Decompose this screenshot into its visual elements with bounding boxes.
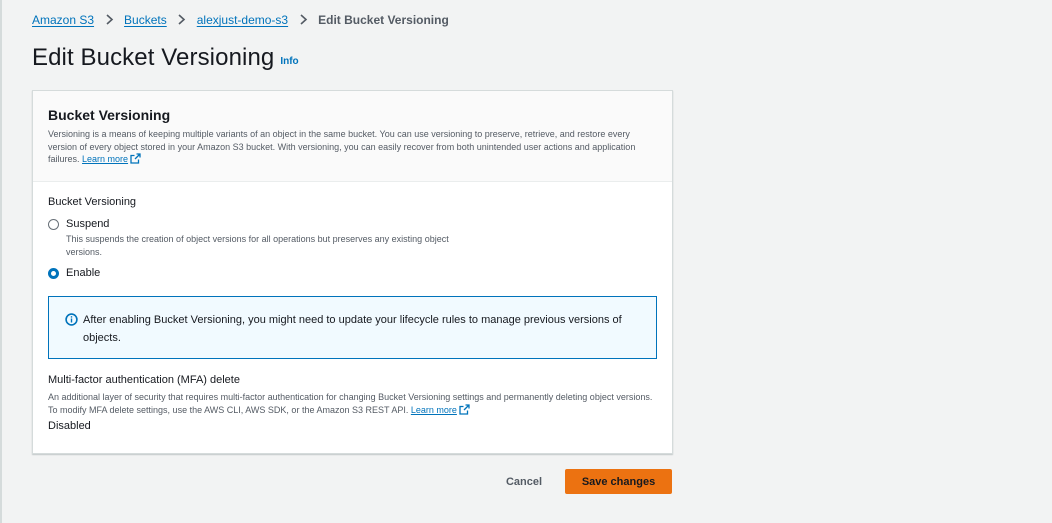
suspend-text: Suspend This suspends the creation of ob… <box>66 217 486 258</box>
cancel-button[interactable]: Cancel <box>497 470 551 494</box>
external-link-icon <box>459 403 470 415</box>
learn-more-link[interactable]: Learn more <box>82 153 141 164</box>
info-alert: After enabling Bucket Versioning, you mi… <box>48 296 657 359</box>
section-description: Versioning is a means of keeping multipl… <box>48 128 658 166</box>
chevron-right-icon <box>167 13 197 27</box>
mfa-learn-more-label: Learn more <box>410 404 457 415</box>
mfa-description-text: An additional layer of security that req… <box>48 392 653 415</box>
enable-text: Enable <box>66 266 100 281</box>
info-circle-icon <box>65 313 78 326</box>
page-left-border <box>0 0 2 523</box>
bucket-versioning-panel: Bucket Versioning Versioning is a means … <box>32 90 673 454</box>
mfa-label: Multi-factor authentication (MFA) delete <box>48 374 240 386</box>
mfa-learn-more-link[interactable]: Learn more <box>410 403 470 415</box>
enable-radio-option[interactable]: Enable <box>48 266 100 281</box>
external-link-icon <box>130 153 141 164</box>
suspend-description: This suspends the creation of object ver… <box>66 234 449 257</box>
section-title: Bucket Versioning <box>48 107 171 123</box>
enable-label: Enable <box>66 267 101 279</box>
suspend-radio[interactable] <box>48 219 59 230</box>
breadcrumb-current: Edit Bucket Versioning <box>318 13 449 27</box>
versioning-field-label: Bucket Versioning <box>48 196 137 208</box>
breadcrumb-bucket-name[interactable]: alexjust-demo-s3 <box>197 13 288 27</box>
mfa-description: An additional layer of security that req… <box>48 391 658 416</box>
breadcrumb: Amazon S3 Buckets alexjust-demo-s3 Edit … <box>32 13 449 27</box>
chevron-right-icon <box>94 13 124 27</box>
page-header: Edit Bucket Versioning Info <box>32 44 299 72</box>
learn-more-label: Learn more <box>82 154 129 164</box>
suspend-radio-option[interactable]: Suspend This suspends the creation of ob… <box>48 217 486 258</box>
enable-radio[interactable] <box>48 268 59 279</box>
alert-text: After enabling Bucket Versioning, you mi… <box>83 314 622 344</box>
breadcrumb-amazon-s3[interactable]: Amazon S3 <box>32 13 94 27</box>
info-link[interactable]: Info <box>280 56 298 67</box>
suspend-label: Suspend <box>66 218 110 230</box>
chevron-right-icon <box>288 13 318 27</box>
page-title: Edit Bucket Versioning <box>32 44 275 71</box>
save-changes-button[interactable]: Save changes <box>565 469 672 494</box>
mfa-status-value: Disabled <box>48 420 91 432</box>
panel-header: Bucket Versioning Versioning is a means … <box>33 91 672 182</box>
breadcrumb-buckets[interactable]: Buckets <box>124 13 167 27</box>
